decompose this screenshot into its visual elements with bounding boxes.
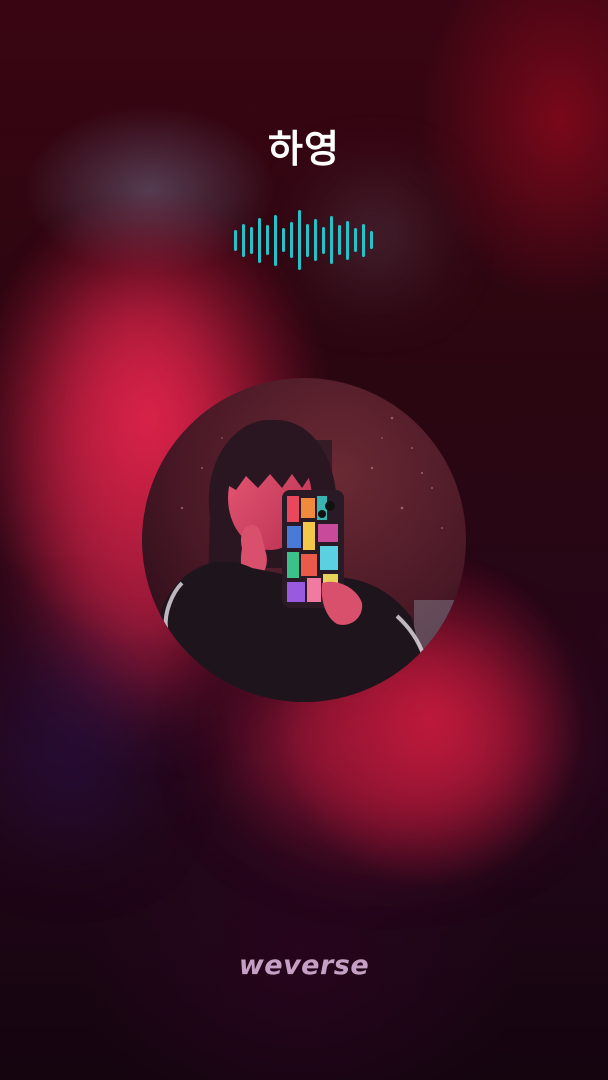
waveform-bar xyxy=(274,214,277,266)
weverse-logo: weverse xyxy=(238,950,370,981)
call-screen: 하영 weverse xyxy=(0,0,608,1080)
waveform-bar xyxy=(338,225,341,255)
waveform-bar xyxy=(314,219,317,261)
waveform-bar xyxy=(306,223,309,257)
caller-name: 하영 xyxy=(268,127,340,171)
waveform-bar xyxy=(234,229,237,251)
waveform-bar xyxy=(298,210,301,270)
background-blur xyxy=(0,640,140,840)
waveform-bar xyxy=(370,231,373,249)
avatar-photo xyxy=(142,378,466,702)
waveform-bar xyxy=(290,222,293,258)
waveform-bar xyxy=(282,228,285,252)
waveform-bar xyxy=(354,228,357,252)
waveform-bar xyxy=(250,226,253,254)
waveform-bar xyxy=(258,217,261,263)
waveform-bar xyxy=(330,216,333,264)
waveform-bar xyxy=(242,223,245,257)
waveform-bar xyxy=(362,223,365,257)
caller-avatar xyxy=(142,378,466,702)
waveform-bar xyxy=(322,226,325,254)
waveform-bar xyxy=(266,225,269,255)
audio-waveform-icon xyxy=(234,210,376,270)
waveform-bar xyxy=(346,220,349,260)
